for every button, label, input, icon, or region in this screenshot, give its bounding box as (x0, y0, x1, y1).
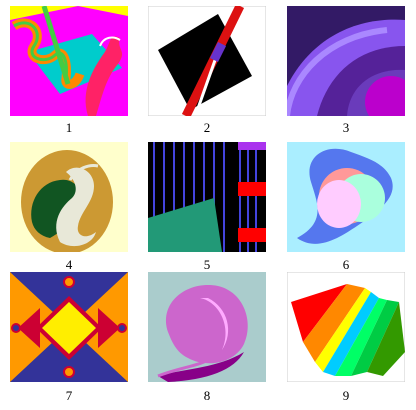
tile-3-label: 3 (342, 120, 350, 135)
tile-4[interactable] (10, 142, 128, 252)
abstract-art-9 (287, 272, 405, 382)
abstract-art-7 (10, 272, 128, 382)
tile-8-label: 8 (203, 388, 211, 403)
abstract-art-2 (148, 6, 266, 116)
tile-1-label: 1 (65, 120, 73, 135)
tile-7[interactable] (10, 272, 128, 382)
tile-9[interactable] (287, 272, 405, 382)
abstract-art-3 (287, 6, 405, 116)
tile-3[interactable] (287, 6, 405, 116)
tile-6-label: 6 (342, 257, 350, 272)
tile-2-label: 2 (203, 120, 211, 135)
tile-1[interactable] (10, 6, 128, 116)
tile-7-label: 7 (65, 388, 73, 403)
tile-9-label: 9 (342, 388, 350, 403)
abstract-art-1 (10, 6, 128, 116)
abstract-art-6 (287, 142, 405, 252)
tile-5-label: 5 (203, 257, 211, 272)
abstract-art-5 (148, 142, 266, 252)
tile-6[interactable] (287, 142, 405, 252)
tile-5[interactable] (148, 142, 266, 252)
tile-2[interactable] (148, 6, 266, 116)
abstract-art-8 (148, 272, 266, 382)
abstract-art-4 (10, 142, 128, 252)
tile-4-label: 4 (65, 257, 73, 272)
tile-8[interactable] (148, 272, 266, 382)
